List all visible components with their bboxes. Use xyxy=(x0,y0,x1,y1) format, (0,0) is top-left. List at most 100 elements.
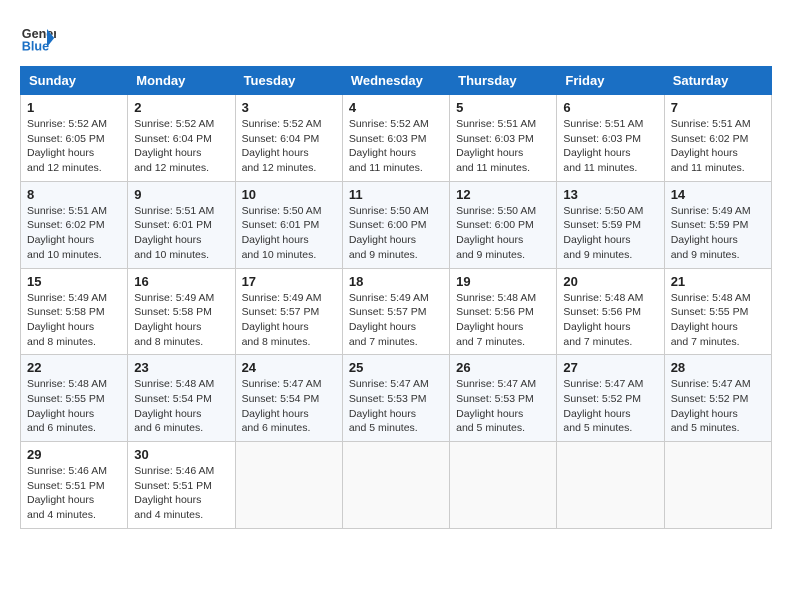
sunset-text: Sunset: 5:58 PM xyxy=(27,306,105,318)
sunset-text: Sunset: 6:00 PM xyxy=(349,219,427,231)
day-number: 11 xyxy=(349,187,443,202)
calendar-cell: 21 Sunrise: 5:48 AM Sunset: 5:55 PM Dayl… xyxy=(664,268,771,355)
calendar-cell: 4 Sunrise: 5:52 AM Sunset: 6:03 PM Dayli… xyxy=(342,95,449,182)
day-number: 6 xyxy=(563,100,657,115)
day-number: 27 xyxy=(563,360,657,375)
day-info: Sunrise: 5:52 AM Sunset: 6:04 PM Dayligh… xyxy=(242,117,336,176)
sunrise-text: Sunrise: 5:52 AM xyxy=(242,118,322,130)
daylight-duration: and 4 minutes. xyxy=(27,509,96,521)
calendar-header-row: SundayMondayTuesdayWednesdayThursdayFrid… xyxy=(21,67,772,95)
sunrise-text: Sunrise: 5:49 AM xyxy=(671,205,751,217)
day-number: 29 xyxy=(27,447,121,462)
calendar-week-1: 1 Sunrise: 5:52 AM Sunset: 6:05 PM Dayli… xyxy=(21,95,772,182)
calendar-cell: 27 Sunrise: 5:47 AM Sunset: 5:52 PM Dayl… xyxy=(557,355,664,442)
svg-text:Blue: Blue xyxy=(22,40,49,54)
day-info: Sunrise: 5:46 AM Sunset: 5:51 PM Dayligh… xyxy=(134,464,228,523)
day-number: 4 xyxy=(349,100,443,115)
daylight-text: Daylight hours xyxy=(349,234,416,246)
daylight-text: Daylight hours xyxy=(242,147,309,159)
sunrise-text: Sunrise: 5:48 AM xyxy=(456,292,536,304)
sunset-text: Sunset: 6:02 PM xyxy=(27,219,105,231)
day-number: 20 xyxy=(563,274,657,289)
calendar-cell: 25 Sunrise: 5:47 AM Sunset: 5:53 PM Dayl… xyxy=(342,355,449,442)
sunset-text: Sunset: 5:55 PM xyxy=(671,306,749,318)
sunset-text: Sunset: 5:56 PM xyxy=(456,306,534,318)
sunrise-text: Sunrise: 5:50 AM xyxy=(349,205,429,217)
day-info: Sunrise: 5:49 AM Sunset: 5:59 PM Dayligh… xyxy=(671,204,765,263)
daylight-duration: and 4 minutes. xyxy=(134,509,203,521)
calendar-cell: 1 Sunrise: 5:52 AM Sunset: 6:05 PM Dayli… xyxy=(21,95,128,182)
day-number: 16 xyxy=(134,274,228,289)
calendar-cell xyxy=(664,442,771,529)
day-number: 13 xyxy=(563,187,657,202)
daylight-text: Daylight hours xyxy=(563,321,630,333)
calendar-cell: 7 Sunrise: 5:51 AM Sunset: 6:02 PM Dayli… xyxy=(664,95,771,182)
daylight-duration: and 9 minutes. xyxy=(456,249,525,261)
sunset-text: Sunset: 5:59 PM xyxy=(563,219,641,231)
daylight-duration: and 5 minutes. xyxy=(456,422,525,434)
calendar-cell: 14 Sunrise: 5:49 AM Sunset: 5:59 PM Dayl… xyxy=(664,181,771,268)
day-number: 25 xyxy=(349,360,443,375)
weekday-header-saturday: Saturday xyxy=(664,67,771,95)
day-info: Sunrise: 5:48 AM Sunset: 5:55 PM Dayligh… xyxy=(27,377,121,436)
day-info: Sunrise: 5:50 AM Sunset: 6:00 PM Dayligh… xyxy=(456,204,550,263)
daylight-text: Daylight hours xyxy=(671,234,738,246)
day-number: 24 xyxy=(242,360,336,375)
sunset-text: Sunset: 6:04 PM xyxy=(134,133,212,145)
day-info: Sunrise: 5:48 AM Sunset: 5:55 PM Dayligh… xyxy=(671,291,765,350)
daylight-duration: and 7 minutes. xyxy=(456,336,525,348)
calendar-cell: 24 Sunrise: 5:47 AM Sunset: 5:54 PM Dayl… xyxy=(235,355,342,442)
daylight-duration: and 7 minutes. xyxy=(349,336,418,348)
sunrise-text: Sunrise: 5:50 AM xyxy=(456,205,536,217)
calendar-cell: 29 Sunrise: 5:46 AM Sunset: 5:51 PM Dayl… xyxy=(21,442,128,529)
daylight-text: Daylight hours xyxy=(563,234,630,246)
daylight-text: Daylight hours xyxy=(242,321,309,333)
day-number: 14 xyxy=(671,187,765,202)
sunset-text: Sunset: 5:51 PM xyxy=(27,480,105,492)
day-info: Sunrise: 5:49 AM Sunset: 5:58 PM Dayligh… xyxy=(27,291,121,350)
daylight-duration: and 12 minutes. xyxy=(134,162,209,174)
sunset-text: Sunset: 5:53 PM xyxy=(349,393,427,405)
day-number: 3 xyxy=(242,100,336,115)
calendar-week-4: 22 Sunrise: 5:48 AM Sunset: 5:55 PM Dayl… xyxy=(21,355,772,442)
day-info: Sunrise: 5:52 AM Sunset: 6:04 PM Dayligh… xyxy=(134,117,228,176)
sunset-text: Sunset: 5:55 PM xyxy=(27,393,105,405)
sunrise-text: Sunrise: 5:51 AM xyxy=(27,205,107,217)
day-info: Sunrise: 5:51 AM Sunset: 6:01 PM Dayligh… xyxy=(134,204,228,263)
day-number: 10 xyxy=(242,187,336,202)
daylight-text: Daylight hours xyxy=(242,408,309,420)
day-number: 22 xyxy=(27,360,121,375)
day-info: Sunrise: 5:50 AM Sunset: 6:01 PM Dayligh… xyxy=(242,204,336,263)
daylight-text: Daylight hours xyxy=(349,147,416,159)
day-number: 1 xyxy=(27,100,121,115)
daylight-duration: and 8 minutes. xyxy=(27,336,96,348)
sunrise-text: Sunrise: 5:46 AM xyxy=(134,465,214,477)
daylight-duration: and 10 minutes. xyxy=(242,249,317,261)
day-number: 7 xyxy=(671,100,765,115)
daylight-duration: and 6 minutes. xyxy=(242,422,311,434)
daylight-text: Daylight hours xyxy=(671,147,738,159)
day-info: Sunrise: 5:49 AM Sunset: 5:57 PM Dayligh… xyxy=(349,291,443,350)
day-number: 8 xyxy=(27,187,121,202)
sunrise-text: Sunrise: 5:46 AM xyxy=(27,465,107,477)
calendar-cell: 17 Sunrise: 5:49 AM Sunset: 5:57 PM Dayl… xyxy=(235,268,342,355)
sunrise-text: Sunrise: 5:51 AM xyxy=(134,205,214,217)
daylight-text: Daylight hours xyxy=(27,321,94,333)
sunrise-text: Sunrise: 5:51 AM xyxy=(563,118,643,130)
calendar-cell: 5 Sunrise: 5:51 AM Sunset: 6:03 PM Dayli… xyxy=(450,95,557,182)
sunset-text: Sunset: 5:52 PM xyxy=(563,393,641,405)
daylight-text: Daylight hours xyxy=(134,408,201,420)
calendar-cell: 11 Sunrise: 5:50 AM Sunset: 6:00 PM Dayl… xyxy=(342,181,449,268)
sunset-text: Sunset: 5:54 PM xyxy=(242,393,320,405)
day-number: 23 xyxy=(134,360,228,375)
sunrise-text: Sunrise: 5:52 AM xyxy=(349,118,429,130)
sunrise-text: Sunrise: 5:51 AM xyxy=(671,118,751,130)
calendar-cell: 28 Sunrise: 5:47 AM Sunset: 5:52 PM Dayl… xyxy=(664,355,771,442)
sunset-text: Sunset: 6:00 PM xyxy=(456,219,534,231)
sunset-text: Sunset: 6:03 PM xyxy=(563,133,641,145)
day-info: Sunrise: 5:50 AM Sunset: 5:59 PM Dayligh… xyxy=(563,204,657,263)
sunset-text: Sunset: 6:04 PM xyxy=(242,133,320,145)
weekday-header-thursday: Thursday xyxy=(450,67,557,95)
sunset-text: Sunset: 5:56 PM xyxy=(563,306,641,318)
sunrise-text: Sunrise: 5:47 AM xyxy=(349,378,429,390)
